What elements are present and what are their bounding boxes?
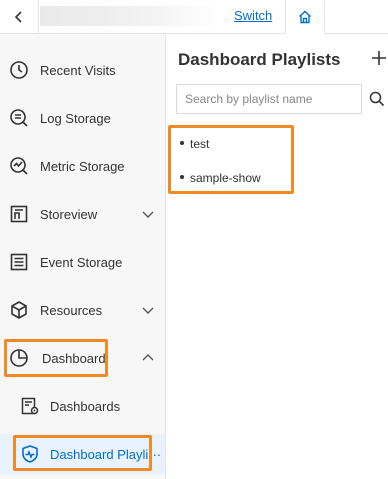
sidebar-item-dashboard[interactable]: Dashboard xyxy=(0,338,165,378)
sidebar-item-log-storage[interactable]: Log Storage xyxy=(0,98,165,138)
sidebar-item-label: Metric Storage xyxy=(40,158,125,174)
bullet xyxy=(180,140,184,145)
playlist-item[interactable]: test xyxy=(180,137,209,151)
search-icon xyxy=(369,91,384,107)
sidebar-subitem-label: Dashboard Playli··· xyxy=(50,446,162,462)
playlist-search-input[interactable] xyxy=(176,84,362,114)
chevron-down-icon[interactable] xyxy=(141,207,155,221)
add-playlist-button[interactable] xyxy=(369,48,388,68)
event-storage-icon xyxy=(9,252,29,272)
main-panel: Dashboard Playlists test sample-show xyxy=(166,34,388,479)
sidebar-subitem-label: Dashboards xyxy=(50,398,121,414)
sidebar-item-label: Resources xyxy=(40,302,103,318)
chevron-up-icon[interactable] xyxy=(141,351,155,365)
home-tab[interactable] xyxy=(285,0,325,34)
cube-icon xyxy=(9,300,29,320)
metric-search-icon xyxy=(9,156,29,176)
search-button[interactable] xyxy=(365,84,388,114)
home-icon xyxy=(299,10,311,24)
plus-icon xyxy=(372,51,386,65)
clock-icon xyxy=(9,60,29,80)
sidebar: Recent Visits Log Storage Metric Storage… xyxy=(0,34,166,479)
playlist-name: test xyxy=(190,137,210,151)
sidebar-subitem-dashboard-playlists[interactable]: Dashboard Playli··· xyxy=(0,434,165,474)
sidebar-item-resources[interactable]: Resources xyxy=(0,290,165,330)
sidebar-item-label: Event Storage xyxy=(40,254,123,270)
playlist-item[interactable]: sample-show xyxy=(180,171,261,185)
sidebar-item-metric-storage[interactable]: Metric Storage xyxy=(0,146,165,186)
playlist-name: sample-show xyxy=(190,171,261,185)
sidebar-item-label: Dashboard xyxy=(42,350,106,366)
sidebar-subitem-dashboards[interactable]: Dashboards xyxy=(0,386,165,426)
chevron-left-icon xyxy=(14,10,22,23)
sidebar-item-label: Log Storage xyxy=(40,110,111,126)
chevron-down-icon[interactable] xyxy=(141,303,155,317)
sidebar-item-recent-visits[interactable]: Recent Visits xyxy=(0,50,165,90)
bullet xyxy=(180,174,184,179)
back-button[interactable] xyxy=(0,0,39,33)
sidebar-item-label: Storeview xyxy=(40,206,98,222)
top-bar: Switch xyxy=(0,0,388,34)
sidebar-item-storeview[interactable]: Storeview xyxy=(0,194,165,234)
switch-link[interactable]: Switch xyxy=(234,8,272,23)
log-search-icon xyxy=(9,108,29,128)
playlist-shield-icon xyxy=(20,444,40,464)
blurred-project-name xyxy=(40,6,220,26)
sidebar-item-event-storage[interactable]: Event Storage xyxy=(0,242,165,282)
pie-chart-icon xyxy=(9,348,29,368)
page-title: Dashboard Playlists xyxy=(178,50,341,69)
storeview-icon xyxy=(9,204,29,224)
dashboard-settings-icon xyxy=(20,396,40,416)
sidebar-item-label: Recent Visits xyxy=(40,62,116,78)
